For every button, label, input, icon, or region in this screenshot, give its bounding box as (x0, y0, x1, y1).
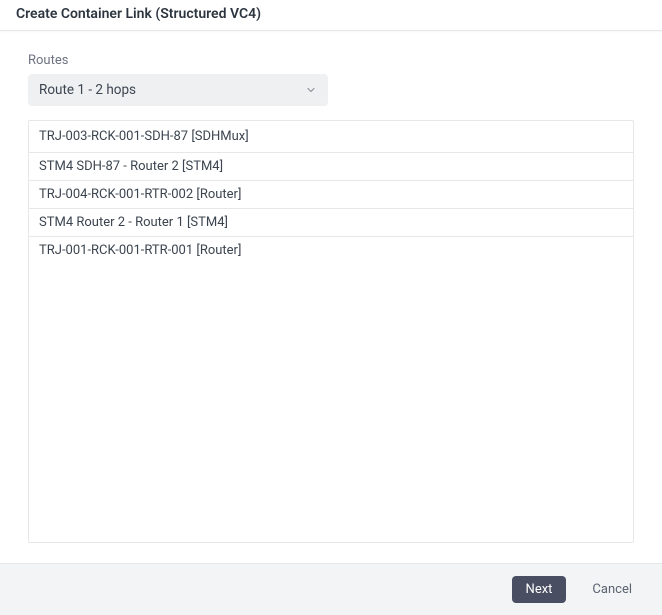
route-row-label: STM4 SDH-87 - Router 2 [STM4] (39, 159, 223, 174)
route-row[interactable]: STM4 Router 2 - Router 1 [STM4] (29, 209, 633, 237)
dialog-footer: Next Cancel (0, 563, 662, 615)
route-row[interactable]: TRJ-004-RCK-001-RTR-002 [Router] (29, 181, 633, 209)
route-row-label: STM4 Router 2 - Router 1 [STM4] (39, 215, 228, 230)
next-button[interactable]: Next (512, 576, 567, 603)
dialog-title: Create Container Link (Structured VC4) (16, 6, 646, 22)
routes-label: Routes (28, 53, 634, 68)
route-row-label: TRJ-003-RCK-001-SDH-87 [SDHMux] (39, 129, 249, 144)
route-row-label: TRJ-004-RCK-001-RTR-002 [Router] (39, 187, 241, 202)
dialog-content: Routes Route 1 - 2 hops TRJ-003-RCK-001-… (0, 31, 662, 563)
route-row-label: TRJ-001-RCK-001-RTR-001 [Router] (39, 243, 241, 258)
route-row[interactable]: STM4 SDH-87 - Router 2 [STM4] (29, 153, 633, 181)
route-list: TRJ-003-RCK-001-SDH-87 [SDHMux] STM4 SDH-… (28, 120, 634, 543)
cancel-button[interactable]: Cancel (578, 576, 646, 603)
chevron-down-icon (305, 84, 317, 96)
route-select-value: Route 1 - 2 hops (39, 82, 136, 98)
dialog-header: Create Container Link (Structured VC4) (0, 0, 662, 31)
route-row[interactable]: TRJ-003-RCK-001-SDH-87 [SDHMux] (29, 121, 633, 153)
route-row[interactable]: TRJ-001-RCK-001-RTR-001 [Router] (29, 237, 633, 264)
route-select[interactable]: Route 1 - 2 hops (28, 74, 328, 106)
